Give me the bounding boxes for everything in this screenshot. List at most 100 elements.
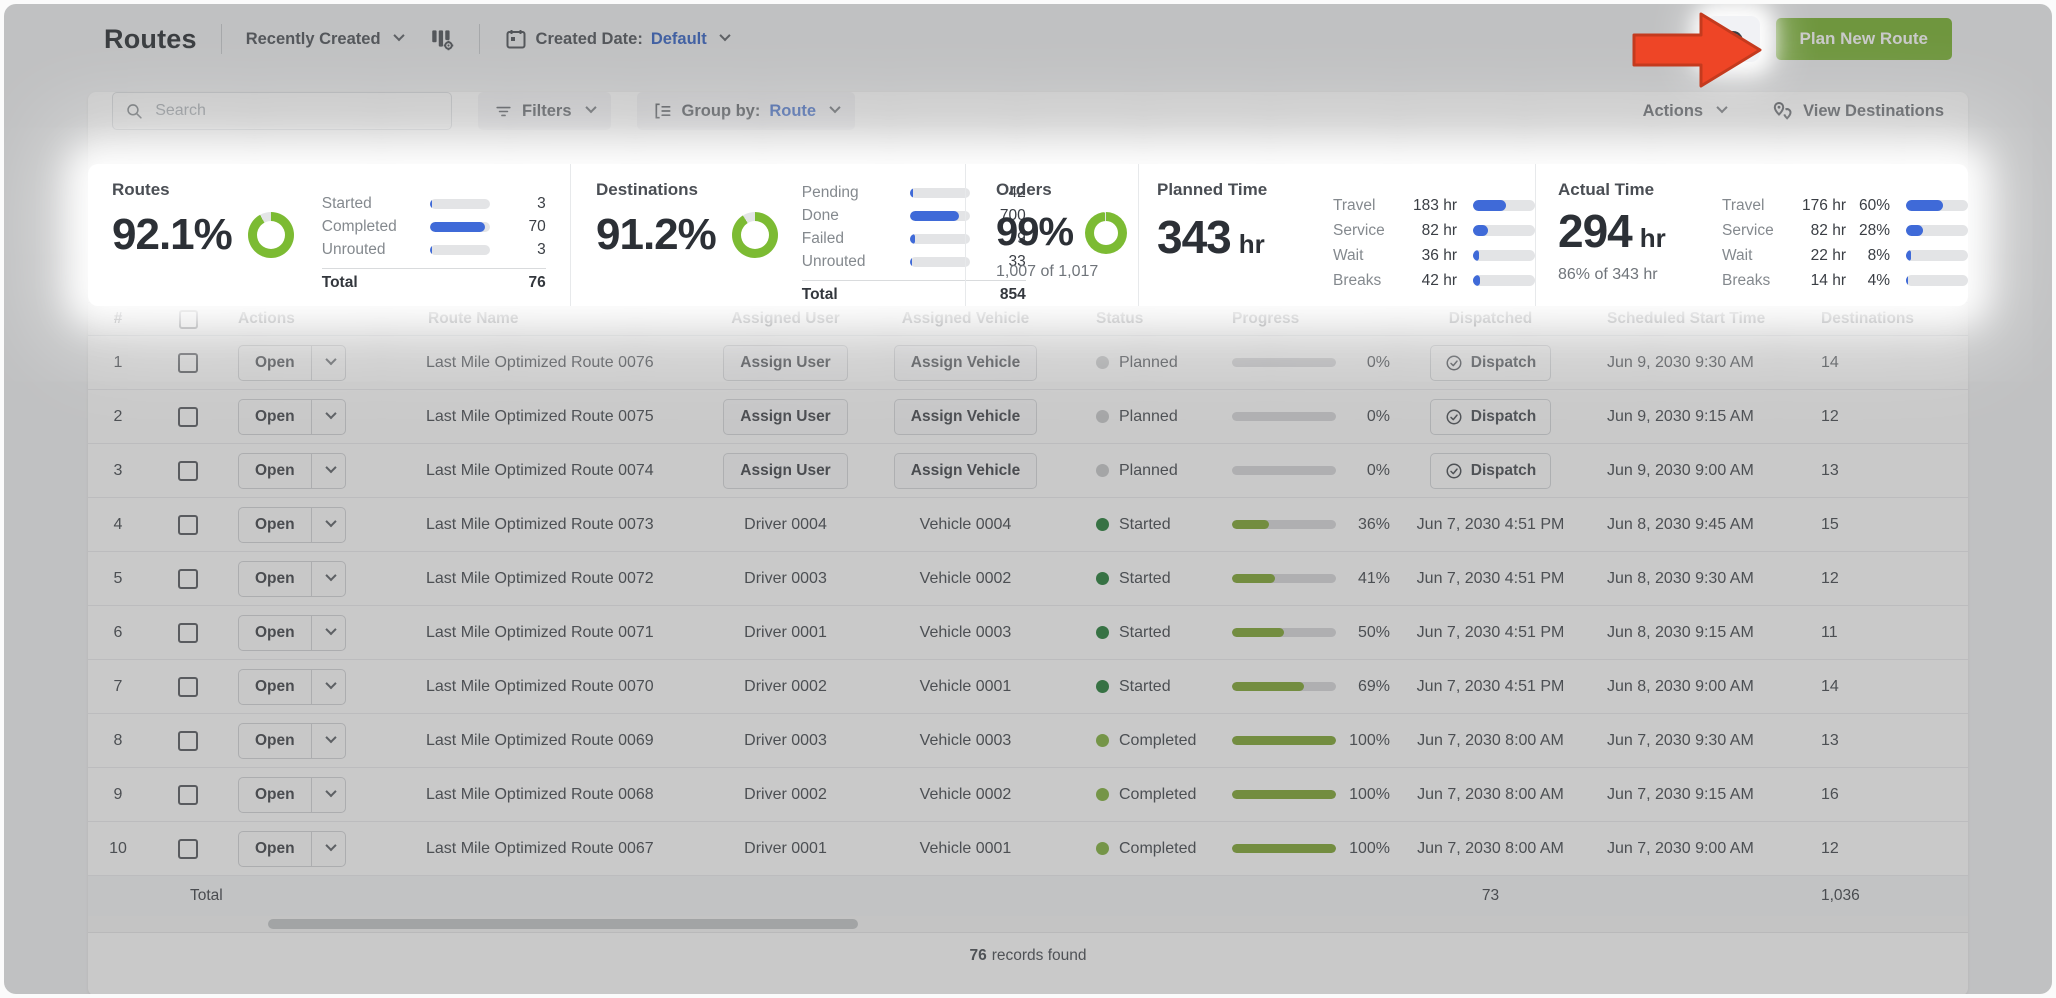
open-button-label[interactable]: Open	[239, 616, 311, 650]
open-caret-button[interactable]	[311, 832, 345, 866]
open-split-button[interactable]: Open	[238, 399, 346, 435]
open-split-button[interactable]: Open	[238, 561, 346, 597]
sort-dropdown[interactable]: Recently Created	[246, 30, 403, 49]
table-row[interactable]: 5 Open Last Mile Optimized Route 0072 Dr…	[88, 552, 1968, 606]
table-row[interactable]: 3 Open Last Mile Optimized Route 0074 As…	[88, 444, 1968, 498]
assign-user-button[interactable]: Assign User	[723, 345, 847, 381]
dispatch-button[interactable]: Dispatch	[1430, 453, 1551, 489]
row-checkbox[interactable]	[178, 785, 198, 805]
select-all-checkbox[interactable]	[179, 310, 198, 329]
dispatched-cell: Jun 7, 2030 8:00 AM	[1398, 732, 1583, 750]
map-pins-icon	[1770, 99, 1794, 123]
table-row[interactable]: 8 Open Last Mile Optimized Route 0069 Dr…	[88, 714, 1968, 768]
dispatch-button[interactable]: Dispatch	[1430, 399, 1551, 435]
open-caret-button[interactable]	[311, 508, 345, 542]
open-caret-button[interactable]	[311, 454, 345, 488]
open-button-label[interactable]: Open	[239, 832, 311, 866]
dispatch-button[interactable]: Dispatch	[1430, 345, 1551, 381]
open-caret-button[interactable]	[311, 346, 345, 380]
column-header: Destinations	[1803, 310, 1968, 328]
open-button-label[interactable]: Open	[239, 670, 311, 704]
group-by-button[interactable]: Group by: Route	[637, 92, 856, 130]
open-caret-button[interactable]	[311, 724, 345, 758]
dispatched-cell: Dispatch	[1398, 345, 1583, 381]
assign-vehicle-button[interactable]: Assign Vehicle	[894, 345, 1037, 381]
assigned-user-cell: Driver 0003	[708, 570, 863, 588]
open-split-button[interactable]: Open	[238, 777, 346, 813]
assigned-vehicle-cell: Assign Vehicle	[863, 399, 1068, 435]
stats-routes: Routes 92.1% Started 3Completed 70Unrout…	[88, 164, 570, 306]
column-header: Assigned Vehicle	[863, 310, 1068, 328]
dispatch-check-icon	[1445, 354, 1463, 372]
actions-dropdown[interactable]: Actions	[1643, 102, 1727, 121]
table-row[interactable]: 6 Open Last Mile Optimized Route 0071 Dr…	[88, 606, 1968, 660]
filters-button[interactable]: Filters	[478, 92, 611, 130]
divider	[479, 24, 480, 54]
scrollbar-thumb[interactable]	[268, 919, 858, 929]
dispatched-cell: Jun 7, 2030 8:00 AM	[1398, 786, 1583, 804]
assigned-vehicle-cell: Assign Vehicle	[863, 345, 1068, 381]
row-checkbox[interactable]	[178, 731, 198, 751]
routes-card: Filters Group by: Route Actions	[88, 92, 1968, 994]
row-checkbox[interactable]	[178, 353, 198, 373]
open-split-button[interactable]: Open	[238, 345, 346, 381]
table-row[interactable]: 7 Open Last Mile Optimized Route 0070 Dr…	[88, 660, 1968, 714]
assign-user-button[interactable]: Assign User	[723, 453, 847, 489]
assign-vehicle-button[interactable]: Assign Vehicle	[894, 453, 1037, 489]
records-suffix: records found	[992, 947, 1087, 965]
row-checkbox[interactable]	[178, 515, 198, 535]
open-caret-button[interactable]	[311, 562, 345, 596]
row-checkbox[interactable]	[178, 623, 198, 643]
open-caret-button[interactable]	[311, 670, 345, 704]
open-split-button[interactable]: Open	[238, 669, 346, 705]
assign-vehicle-button[interactable]: Assign Vehicle	[894, 399, 1037, 435]
assign-user-button[interactable]: Assign User	[723, 399, 847, 435]
view-destinations-button[interactable]: View Destinations	[1770, 99, 1944, 123]
row-checkbox[interactable]	[178, 407, 198, 427]
row-checkbox[interactable]	[178, 839, 198, 859]
time-value: 183 hr	[1399, 197, 1457, 215]
open-split-button[interactable]: Open	[238, 831, 346, 867]
open-button-label[interactable]: Open	[239, 778, 311, 812]
open-button-label[interactable]: Open	[239, 400, 311, 434]
open-split-button[interactable]: Open	[238, 615, 346, 651]
search-box[interactable]	[112, 92, 452, 130]
table-row[interactable]: 4 Open Last Mile Optimized Route 0073 Dr…	[88, 498, 1968, 552]
time-percent: 60%	[1846, 197, 1890, 215]
open-split-button[interactable]: Open	[238, 453, 346, 489]
progress-bar	[1232, 412, 1336, 421]
chevron-down-icon	[585, 102, 596, 113]
open-button-label[interactable]: Open	[239, 562, 311, 596]
table-row[interactable]: 1 Open Last Mile Optimized Route 0076 As…	[88, 336, 1968, 390]
row-checkbox[interactable]	[178, 569, 198, 589]
open-split-button[interactable]: Open	[238, 507, 346, 543]
open-button-label[interactable]: Open	[239, 346, 311, 380]
time-label: Service	[1333, 222, 1399, 240]
open-caret-button[interactable]	[311, 778, 345, 812]
chevron-down-icon	[829, 102, 840, 113]
open-button-label[interactable]: Open	[239, 454, 311, 488]
created-date-dropdown[interactable]: Created Date: Default	[504, 27, 729, 51]
progress-percent: 100%	[1336, 786, 1390, 804]
time-stat-row: Travel 183 hr	[1333, 197, 1535, 215]
plan-new-route-button[interactable]: Plan New Route	[1776, 18, 1952, 60]
table-settings-button[interactable]	[429, 26, 455, 52]
table-row[interactable]: 10 Open Last Mile Optimized Route 0067 D…	[88, 822, 1968, 876]
calendar-icon	[504, 27, 528, 51]
open-caret-button[interactable]	[311, 616, 345, 650]
status-dot	[1096, 734, 1109, 747]
open-split-button[interactable]: Open	[238, 723, 346, 759]
open-caret-button[interactable]	[311, 400, 345, 434]
row-checkbox[interactable]	[178, 677, 198, 697]
progress-percent: 100%	[1336, 732, 1390, 750]
progress-bar	[1232, 736, 1336, 745]
status-label: Started	[1119, 624, 1171, 642]
open-button-label[interactable]: Open	[239, 724, 311, 758]
table-row[interactable]: 9 Open Last Mile Optimized Route 0068 Dr…	[88, 768, 1968, 822]
assigned-vehicle-cell: Vehicle 0002	[863, 786, 1068, 804]
search-input[interactable]	[153, 101, 439, 121]
stats-planned-time: Planned Time 343hr Travel 183 hr Service…	[1138, 164, 1535, 306]
table-row[interactable]: 2 Open Last Mile Optimized Route 0075 As…	[88, 390, 1968, 444]
row-checkbox[interactable]	[178, 461, 198, 481]
open-button-label[interactable]: Open	[239, 508, 311, 542]
